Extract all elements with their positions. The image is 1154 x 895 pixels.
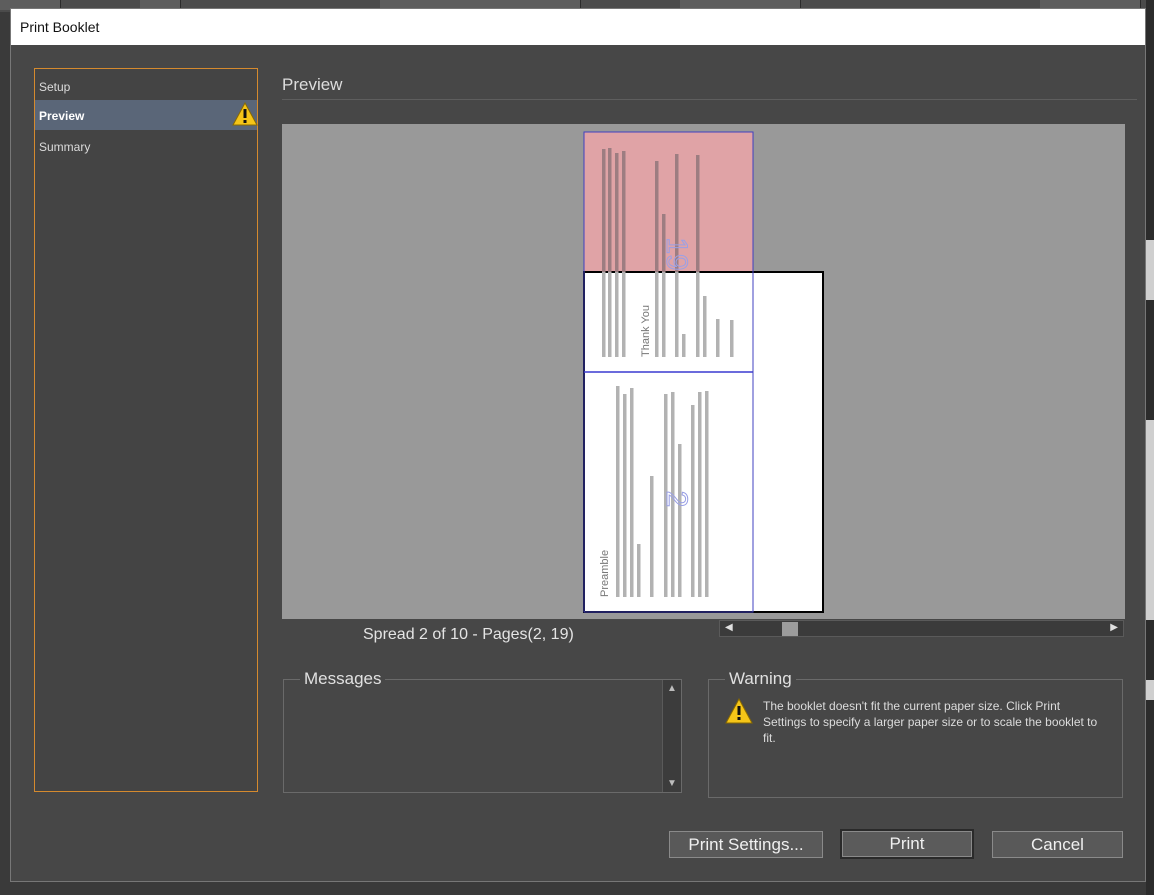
sidebar-nav: Setup Preview Summary bbox=[34, 68, 258, 792]
page-number-upper: 19 bbox=[660, 237, 693, 270]
dialog-title: Print Booklet bbox=[20, 19, 100, 35]
warning-group: Warning The booklet doesn't fit the curr… bbox=[708, 669, 1123, 798]
nav-item-label: Setup bbox=[39, 80, 71, 94]
messages-title: Messages bbox=[300, 669, 386, 689]
section-title: Preview bbox=[282, 75, 343, 94]
messages-group: Messages ▲ ▼ bbox=[283, 669, 682, 793]
page-number-lower: 2 bbox=[660, 491, 693, 508]
booklet-spread-preview: 19 Thank You 2 Preamble bbox=[583, 131, 824, 613]
nav-item-setup[interactable]: Setup bbox=[35, 71, 257, 101]
background-app-panel bbox=[1146, 0, 1154, 895]
print-button[interactable]: Print bbox=[840, 829, 974, 859]
preview-canvas: 19 Thank You 2 Preamble bbox=[282, 124, 1125, 619]
nav-item-label: Preview bbox=[39, 109, 85, 123]
cancel-button[interactable]: Cancel bbox=[992, 831, 1123, 858]
spread-scrollbar[interactable]: ◀ ▶ bbox=[719, 620, 1124, 637]
scroll-down-icon[interactable]: ▼ bbox=[667, 778, 677, 789]
spread-label: Spread 2 of 10 - Pages(2, 19) bbox=[363, 626, 574, 643]
scroll-thumb[interactable] bbox=[782, 622, 798, 636]
warning-icon bbox=[232, 102, 258, 126]
print-booklet-dialog: Print Booklet Setup Preview Summary Prev… bbox=[10, 8, 1146, 882]
nav-item-label: Summary bbox=[39, 140, 91, 154]
title-bar: Print Booklet bbox=[11, 9, 1145, 45]
warning-icon bbox=[725, 698, 753, 724]
scroll-right-icon[interactable]: ▶ bbox=[1110, 622, 1118, 633]
section-divider bbox=[282, 99, 1137, 100]
print-settings-button[interactable]: Print Settings... bbox=[669, 831, 823, 858]
warning-title: Warning bbox=[725, 669, 796, 689]
page-lower-label: Preamble bbox=[599, 550, 611, 597]
nav-item-preview[interactable]: Preview bbox=[35, 100, 258, 130]
warning-message: The booklet doesn't fit the current pape… bbox=[763, 699, 1098, 745]
scroll-left-icon[interactable]: ◀ bbox=[725, 622, 733, 633]
page-upper-label: Thank You bbox=[640, 305, 652, 357]
scroll-up-icon[interactable]: ▲ bbox=[667, 683, 677, 694]
messages-scrollbar[interactable]: ▲ ▼ bbox=[662, 680, 681, 792]
nav-item-summary[interactable]: Summary bbox=[35, 131, 257, 161]
